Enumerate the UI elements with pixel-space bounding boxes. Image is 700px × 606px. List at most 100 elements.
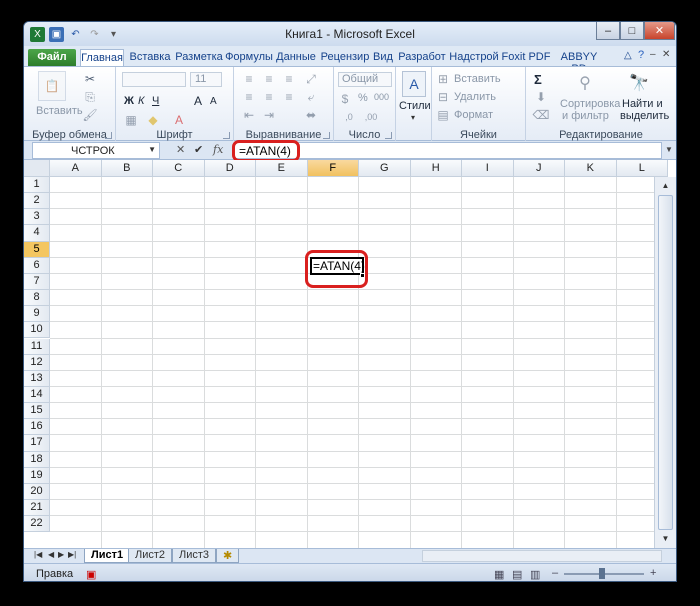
autosum-button[interactable]: Σ [534, 72, 542, 87]
font-color-icon[interactable]: A [172, 113, 186, 127]
tab-addins[interactable]: Надстрой [449, 49, 499, 66]
format-cells-icon[interactable]: ▤ [436, 108, 450, 122]
tab-foxit-pdf[interactable]: Foxit PDF [501, 49, 551, 66]
thousands-button[interactable]: 000 [374, 92, 389, 102]
currency-icon[interactable]: $ [338, 92, 352, 106]
find-select-button-line1[interactable]: Найти и [622, 98, 663, 110]
wrap-text-icon[interactable]: ⤶ [304, 90, 318, 104]
styles-button[interactable]: Стили [399, 100, 431, 112]
row-header-4[interactable]: 4 [24, 225, 50, 242]
row-header-10[interactable]: 10 [24, 322, 50, 339]
styles-icon[interactable]: A [402, 71, 426, 97]
align-left-icon[interactable]: ≡ [242, 90, 256, 104]
font-name-box[interactable] [122, 72, 186, 87]
clear-icon[interactable]: ⌫ [533, 108, 550, 122]
row-header-7[interactable]: 7 [24, 273, 50, 291]
insert-sheet-icon[interactable]: ✱ [216, 549, 240, 563]
tab-page-layout[interactable]: Разметка [174, 49, 224, 66]
row-header-9[interactable]: 9 [24, 306, 50, 323]
row-header-6[interactable]: 6 [24, 257, 50, 274]
vertical-scroll-thumb[interactable] [658, 195, 673, 530]
column-header-e[interactable]: E [256, 160, 308, 177]
tab-review[interactable]: Рецензир [320, 49, 370, 66]
name-box-dropdown-icon[interactable]: ▼ [148, 145, 156, 154]
column-header-a[interactable]: A [50, 160, 102, 177]
format-cells-button[interactable]: Формат [454, 109, 493, 121]
enter-formula-icon[interactable]: ✔ [194, 143, 203, 156]
row-header-8[interactable]: 8 [24, 290, 50, 307]
row-header-5[interactable]: 5 [24, 241, 50, 258]
name-box[interactable]: ЧСТРОК ▼ [32, 142, 160, 159]
row-header-15[interactable]: 15 [24, 403, 50, 420]
help-icon[interactable]: ? [638, 49, 644, 61]
align-middle-icon[interactable]: ≡ [262, 72, 276, 86]
fill-icon[interactable]: ⬇ [534, 90, 548, 104]
row-header-17[interactable]: 17 [24, 435, 50, 452]
number-format-box[interactable]: Общий [338, 72, 392, 87]
column-header-l[interactable]: L [616, 160, 668, 177]
grow-font-button[interactable]: A [194, 94, 202, 108]
tab-developer[interactable]: Разработ [397, 49, 447, 66]
row-header-22[interactable]: 22 [24, 516, 50, 533]
insert-cells-button[interactable]: Вставить [454, 73, 501, 85]
row-header-3[interactable]: 3 [24, 209, 50, 226]
delete-cells-icon[interactable]: ⊟ [436, 90, 450, 104]
sort-filter-button-line2[interactable]: и фильтр [562, 110, 609, 122]
collapse-ribbon-icon[interactable]: △ [624, 50, 632, 61]
column-header-d[interactable]: D [204, 160, 256, 177]
align-right-icon[interactable]: ≡ [282, 90, 296, 104]
column-header-f[interactable]: F [307, 160, 359, 177]
merge-icon[interactable]: ⬌ [304, 108, 318, 122]
zoom-out-icon[interactable]: – [552, 567, 558, 579]
increase-indent-icon[interactable]: ⇥ [262, 108, 276, 122]
tab-home[interactable]: Главная [80, 49, 124, 66]
clipboard-launcher-icon[interactable] [105, 132, 112, 139]
row-header-14[interactable]: 14 [24, 386, 50, 404]
font-launcher-icon[interactable] [223, 132, 230, 139]
decrease-indent-icon[interactable]: ⇤ [242, 108, 256, 122]
prev-sheet-icon[interactable]: ◀ [48, 550, 54, 559]
sheet-tab-3[interactable]: Лист3 [172, 549, 217, 563]
underline-button[interactable]: Ч [152, 95, 159, 107]
minimize-button[interactable]: – [596, 22, 620, 40]
scroll-up-icon[interactable]: ▲ [658, 178, 673, 193]
next-sheet-icon[interactable]: ▶ [58, 550, 64, 559]
format-painter-icon[interactable]: 🖌 [82, 107, 98, 123]
macro-record-icon[interactable]: ▣ [86, 568, 96, 581]
font-size-box[interactable]: 11 [190, 72, 222, 87]
find-select-button-line2[interactable]: выделить [620, 110, 669, 122]
row-header-19[interactable]: 19 [24, 467, 50, 484]
tab-file[interactable]: Файл [28, 49, 76, 66]
sheet-tab-2[interactable]: Лист2 [128, 549, 173, 563]
find-select-icon[interactable]: 🔭 [626, 71, 652, 95]
column-header-b[interactable]: B [101, 160, 153, 177]
orientation-icon[interactable]: ⤢ [304, 72, 318, 86]
styles-dropdown-icon[interactable]: ▾ [411, 113, 415, 122]
number-launcher-icon[interactable] [385, 132, 392, 139]
page-break-view-icon[interactable]: ▥ [530, 568, 540, 581]
tab-formulas[interactable]: Формулы [225, 49, 273, 66]
select-all-corner[interactable] [24, 160, 50, 177]
row-header-11[interactable]: 11 [24, 338, 50, 355]
row-header-1[interactable]: 1 [24, 177, 50, 194]
paste-icon[interactable]: 📋 [38, 71, 66, 101]
row-header-20[interactable]: 20 [24, 483, 50, 500]
decrease-decimal-icon[interactable]: ,00 [364, 111, 378, 123]
normal-view-icon[interactable]: ▦ [494, 568, 504, 581]
percent-button[interactable]: % [358, 92, 368, 104]
align-top-icon[interactable]: ≡ [242, 72, 256, 86]
column-header-k[interactable]: K [565, 160, 617, 177]
tab-abbyy-pdf[interactable]: ABBYY PD [553, 49, 605, 75]
column-header-h[interactable]: H [410, 160, 462, 177]
column-header-c[interactable]: C [153, 160, 205, 177]
align-center-icon[interactable]: ≡ [262, 90, 276, 104]
borders-icon[interactable]: ▦ [124, 113, 138, 127]
close-button[interactable]: ✕ [644, 22, 675, 40]
tab-view[interactable]: Вид [370, 49, 396, 66]
fill-color-icon[interactable]: ◆ [146, 113, 160, 127]
row-header-12[interactable]: 12 [24, 354, 50, 371]
bold-button[interactable]: Ж [124, 95, 134, 107]
sort-filter-icon[interactable]: ⚲ [572, 71, 598, 95]
zoom-in-icon[interactable]: + [650, 567, 656, 579]
row-header-16[interactable]: 16 [24, 419, 50, 436]
